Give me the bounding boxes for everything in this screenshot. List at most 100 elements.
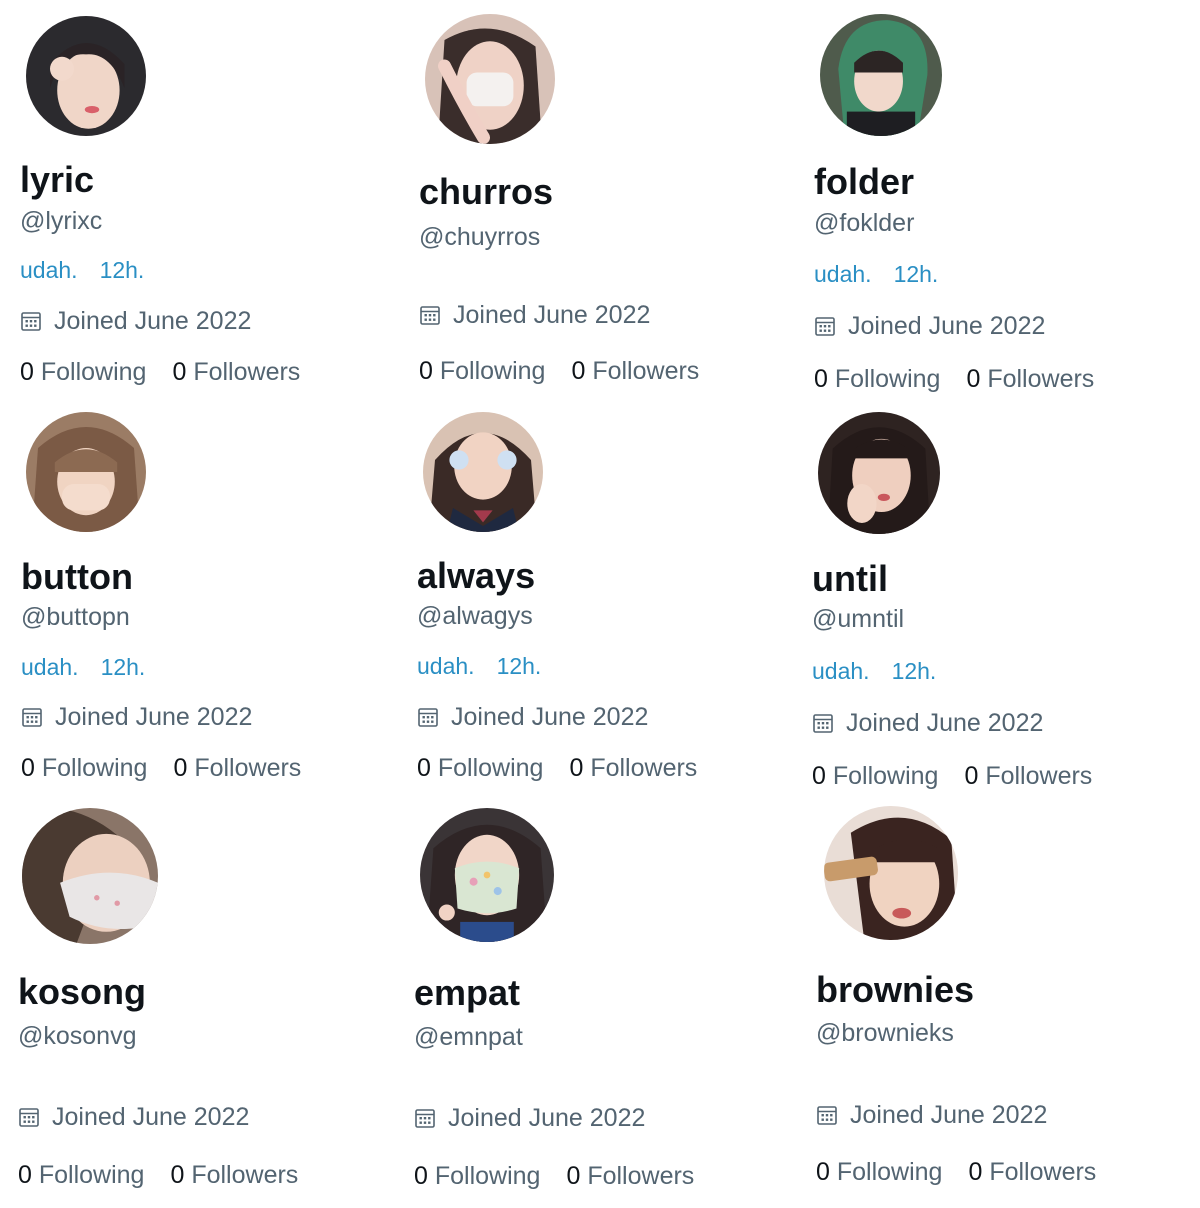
followers-label: Followers [193,358,301,386]
followers-label: Followers [989,1158,1097,1186]
following-label: Following [836,1158,943,1186]
profile-card-kosong: kosong @kosonvg Joined June 2022 0 Follo… [18,808,398,1208]
profile-handle: @foklder [814,209,915,237]
profile-name: kosong [18,971,147,1012]
profile-bio: udah. 12h. [21,653,145,681]
joined-date: Joined June 2022 [18,1102,249,1132]
profile-name: always [417,555,536,596]
followers-count: 0 [966,365,981,393]
joined-date: Joined June 2022 [419,300,650,330]
profile-bio: udah. 12h. [812,657,936,685]
following-link[interactable]: 0 Following [417,754,543,782]
avatar[interactable] [26,412,146,532]
joined-date: Joined June 2022 [21,702,252,732]
bio-text: udah. [21,654,79,680]
following-link[interactable]: 0 Following [419,357,545,385]
followers-link[interactable]: 0 Followers [170,1161,298,1189]
following-count: 0 [419,357,433,385]
followers-link[interactable]: 0 Followers [964,762,1092,790]
followers-count: 0 [571,357,586,385]
follow-stats: 0 Following 0 Followers [18,1160,298,1190]
joined-date: Joined June 2022 [814,311,1045,341]
following-link[interactable]: 0 Following [21,754,147,782]
calendar-icon [19,1108,39,1127]
following-count: 0 [18,1161,32,1189]
following-label: Following [439,357,546,385]
profile-card-folder: folder @foklder udah. 12h. Joined June 20… [814,14,1194,414]
calendar-icon [418,708,438,727]
avatar[interactable] [425,14,555,144]
profile-handle: @alwagys [417,602,533,630]
joined-date: Joined June 2022 [20,306,251,336]
profile-card-brownies: brownies @brownieks Joined June 2022 0 F… [816,806,1196,1206]
avatar[interactable] [820,14,942,136]
followers-link[interactable]: 0 Followers [569,754,697,782]
profile-card-empat: empat @emnpat Joined June 2022 0 Followi… [414,808,794,1208]
following-label: Following [38,1161,145,1189]
followers-link[interactable]: 0 Followers [172,358,300,386]
joined-text: Joined June 2022 [55,703,253,731]
profile-name: button [21,556,133,597]
following-link[interactable]: 0 Following [414,1162,540,1190]
followers-link[interactable]: 0 Followers [566,1162,694,1190]
avatar[interactable] [26,16,146,136]
avatar[interactable] [420,808,554,942]
joined-text: Joined June 2022 [451,703,649,731]
joined-text: Joined June 2022 [448,1104,646,1132]
profile-card-button: button @buttopn udah. 12h. Joined June 20… [21,412,401,812]
bio-text: 12h. [100,654,146,680]
profile-name: brownies [816,969,975,1010]
joined-text: Joined June 2022 [848,312,1046,340]
following-count: 0 [20,358,34,386]
bio-text: udah. [812,658,870,684]
profile-handle: @emnpat [414,1023,523,1051]
profile-bio: udah. 12h. [20,256,144,284]
follow-stats: 0 Following 0 Followers [812,761,1092,791]
followers-link[interactable]: 0 Followers [968,1158,1096,1186]
profile-bio: udah. 12h. [814,260,938,288]
follow-stats: 0 Following 0 Followers [20,357,300,387]
following-label: Following [41,754,148,782]
bio-text: 12h. [893,261,939,287]
followers-link[interactable]: 0 Followers [173,754,301,782]
joined-date: Joined June 2022 [812,708,1043,738]
following-link[interactable]: 0 Following [812,762,938,790]
following-link[interactable]: 0 Following [814,365,940,393]
avatar[interactable] [423,412,543,532]
profile-card-until: until @umntil udah. 12h. Joined June 2022… [812,412,1192,812]
profile-name: lyric [20,159,95,200]
calendar-icon [815,317,835,336]
profile-handle: @brownieks [816,1019,954,1047]
bio-text: 12h. [496,653,542,679]
avatar[interactable] [824,806,958,940]
following-label: Following [834,365,941,393]
follow-stats: 0 Following 0 Followers [814,364,1094,394]
profile-name: folder [814,161,915,202]
followers-link[interactable]: 0 Followers [571,357,699,385]
joined-text: Joined June 2022 [54,307,252,335]
profile-handle: @buttopn [21,603,130,631]
following-label: Following [40,358,147,386]
joined-date: Joined June 2022 [816,1100,1047,1130]
following-label: Following [434,1162,541,1190]
following-count: 0 [21,754,35,782]
following-link[interactable]: 0 Following [816,1158,942,1186]
avatar[interactable] [818,412,940,534]
following-count: 0 [812,762,826,790]
follow-stats: 0 Following 0 Followers [21,753,301,783]
avatar[interactable] [22,808,158,944]
followers-count: 0 [173,754,188,782]
following-label: Following [437,754,544,782]
followers-label: Followers [987,365,1095,393]
calendar-icon [420,306,440,325]
followers-link[interactable]: 0 Followers [966,365,1094,393]
calendar-icon [415,1109,435,1128]
following-count: 0 [417,754,431,782]
profile-handle: @lyrixc [20,207,103,235]
following-link[interactable]: 0 Following [18,1161,144,1189]
joined-text: Joined June 2022 [453,301,651,329]
follow-stats: 0 Following 0 Followers [414,1161,694,1191]
following-link[interactable]: 0 Following [20,358,146,386]
followers-label: Followers [590,754,698,782]
following-label: Following [832,762,939,790]
